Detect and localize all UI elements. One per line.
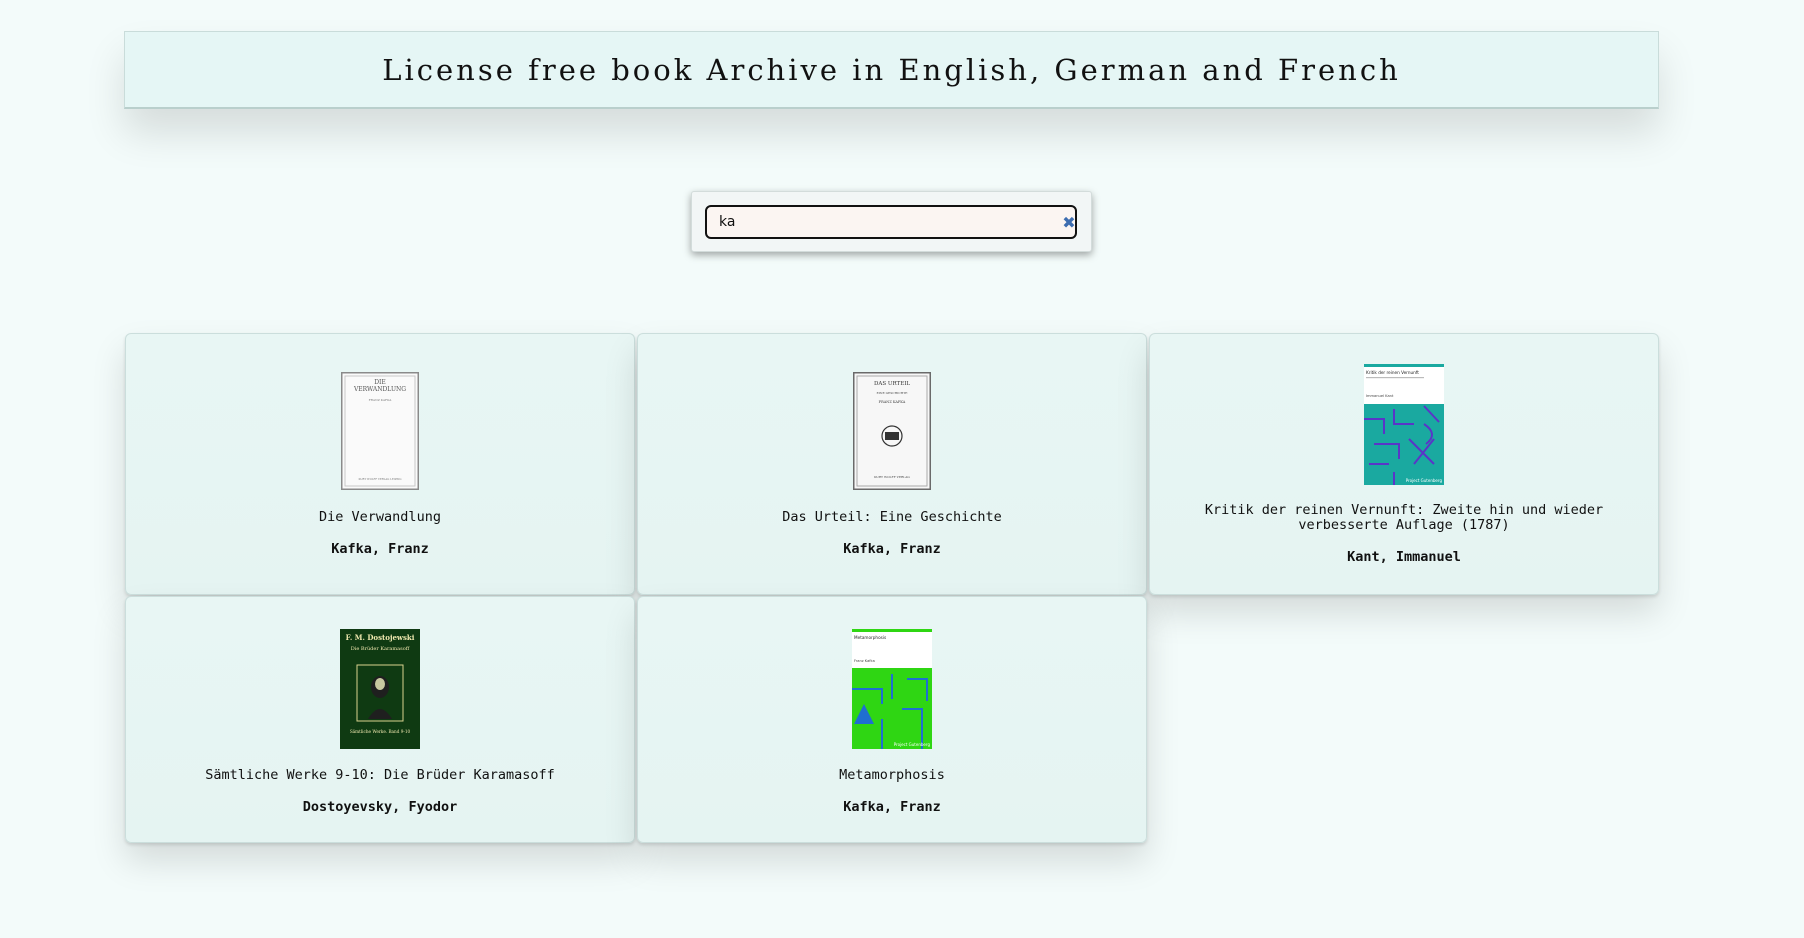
svg-text:EINE GESCHICHTE: EINE GESCHICHTE [877,391,908,395]
book-title: Sämtliche Werke 9-10: Die Brüder Karamas… [205,767,555,783]
book-card-karamasoff[interactable]: F. M. Dostojewski Die Brüder Karamasoff … [125,596,635,843]
page-header: License free book Archive in English, Ge… [124,31,1659,109]
book-author: Kafka, Franz [843,799,941,815]
book-card-kritik[interactable]: Kritik der reinen Vernunft Immanuel Kant… [1149,333,1659,595]
book-cover-metamorphosis: Metamorphosis Franz Kafka Project Gutenb… [852,629,932,749]
book-author: Kant, Immanuel [1347,549,1461,565]
book-author: Kafka, Franz [843,541,941,557]
svg-text:DAS URTEIL: DAS URTEIL [874,381,910,387]
book-cover-kritik: Kritik der reinen Vernunft Immanuel Kant… [1364,364,1444,485]
svg-text:F. M. Dostojewski: F. M. Dostojewski [346,633,415,642]
search-input[interactable] [705,205,1077,239]
book-author: Kafka, Franz [331,541,429,557]
svg-text:Project Gutenberg: Project Gutenberg [894,742,931,747]
svg-text:KURT WOLFF VERLAG: KURT WOLFF VERLAG [874,475,910,479]
book-card-das-urteil[interactable]: DAS URTEIL EINE GESCHICHTE FRANZ KAFKA K… [637,333,1147,595]
svg-text:VERWANDLUNG: VERWANDLUNG [353,386,406,393]
svg-text:FRANZ KAFKA: FRANZ KAFKA [369,398,393,402]
book-title: Kritik der reinen Vernunft: Zweite hin u… [1204,502,1604,533]
book-author: Dostoyevsky, Fyodor [302,799,458,815]
svg-text:Metamorphosis: Metamorphosis [854,635,886,640]
search-container: ✖ [691,191,1092,252]
svg-text:Franz Kafka: Franz Kafka [854,659,875,663]
book-card-metamorphosis[interactable]: Metamorphosis Franz Kafka Project Gutenb… [637,596,1147,843]
book-cover-die-verwandlung: DIE VERWANDLUNG FRANZ KAFKA KURT WOLFF V… [341,372,419,490]
svg-text:DIE: DIE [374,379,386,386]
book-cover-das-urteil: DAS URTEIL EINE GESCHICHTE FRANZ KAFKA K… [853,372,931,490]
book-title: Die Verwandlung [319,509,441,525]
book-title: Das Urteil: Eine Geschichte [782,509,1002,525]
svg-text:KURT WOLFF VERLAG LEIPZIG: KURT WOLFF VERLAG LEIPZIG [359,477,402,481]
book-card-die-verwandlung[interactable]: DIE VERWANDLUNG FRANZ KAFKA KURT WOLFF V… [125,333,635,595]
svg-text:Kritik der reinen Vernunft: Kritik der reinen Vernunft [1366,370,1419,375]
svg-text:FRANZ KAFKA: FRANZ KAFKA [879,400,906,404]
svg-text:Die Brüder Karamasoff: Die Brüder Karamasoff [351,646,410,652]
svg-text:Project Gutenberg: Project Gutenberg [1406,478,1443,483]
book-title: Metamorphosis [839,767,945,783]
clear-search-icon[interactable]: ✖ [1062,212,1076,232]
svg-text:Sämtliche Werke. Band 9-10: Sämtliche Werke. Band 9-10 [350,729,411,734]
page-title: License free book Archive in English, Ge… [382,52,1401,87]
book-cover-karamasoff: F. M. Dostojewski Die Brüder Karamasoff … [340,629,420,749]
svg-text:Immanuel Kant: Immanuel Kant [1366,394,1394,398]
